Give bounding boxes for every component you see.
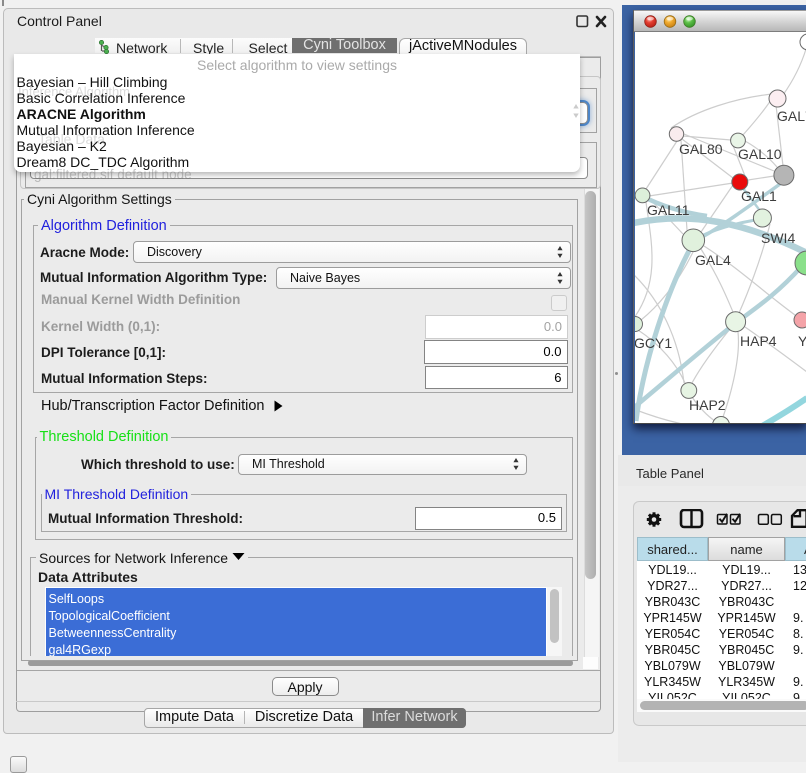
svg-text:SWI4: SWI4 — [761, 230, 795, 246]
svg-text:GAL1: GAL1 — [741, 188, 777, 204]
svg-text:Y: Y — [798, 333, 806, 349]
svg-text:HAP4: HAP4 — [740, 333, 777, 349]
svg-text:GAL7: GAL7 — [777, 108, 806, 124]
svg-text:HAP2: HAP2 — [689, 397, 726, 413]
svg-text:GCY1: GCY1 — [635, 335, 672, 351]
svg-text:GAL4: GAL4 — [695, 252, 731, 268]
svg-text:GAL80: GAL80 — [679, 141, 723, 157]
svg-text:GAL11: GAL11 — [647, 202, 690, 218]
svg-text:GAL10: GAL10 — [738, 146, 782, 162]
